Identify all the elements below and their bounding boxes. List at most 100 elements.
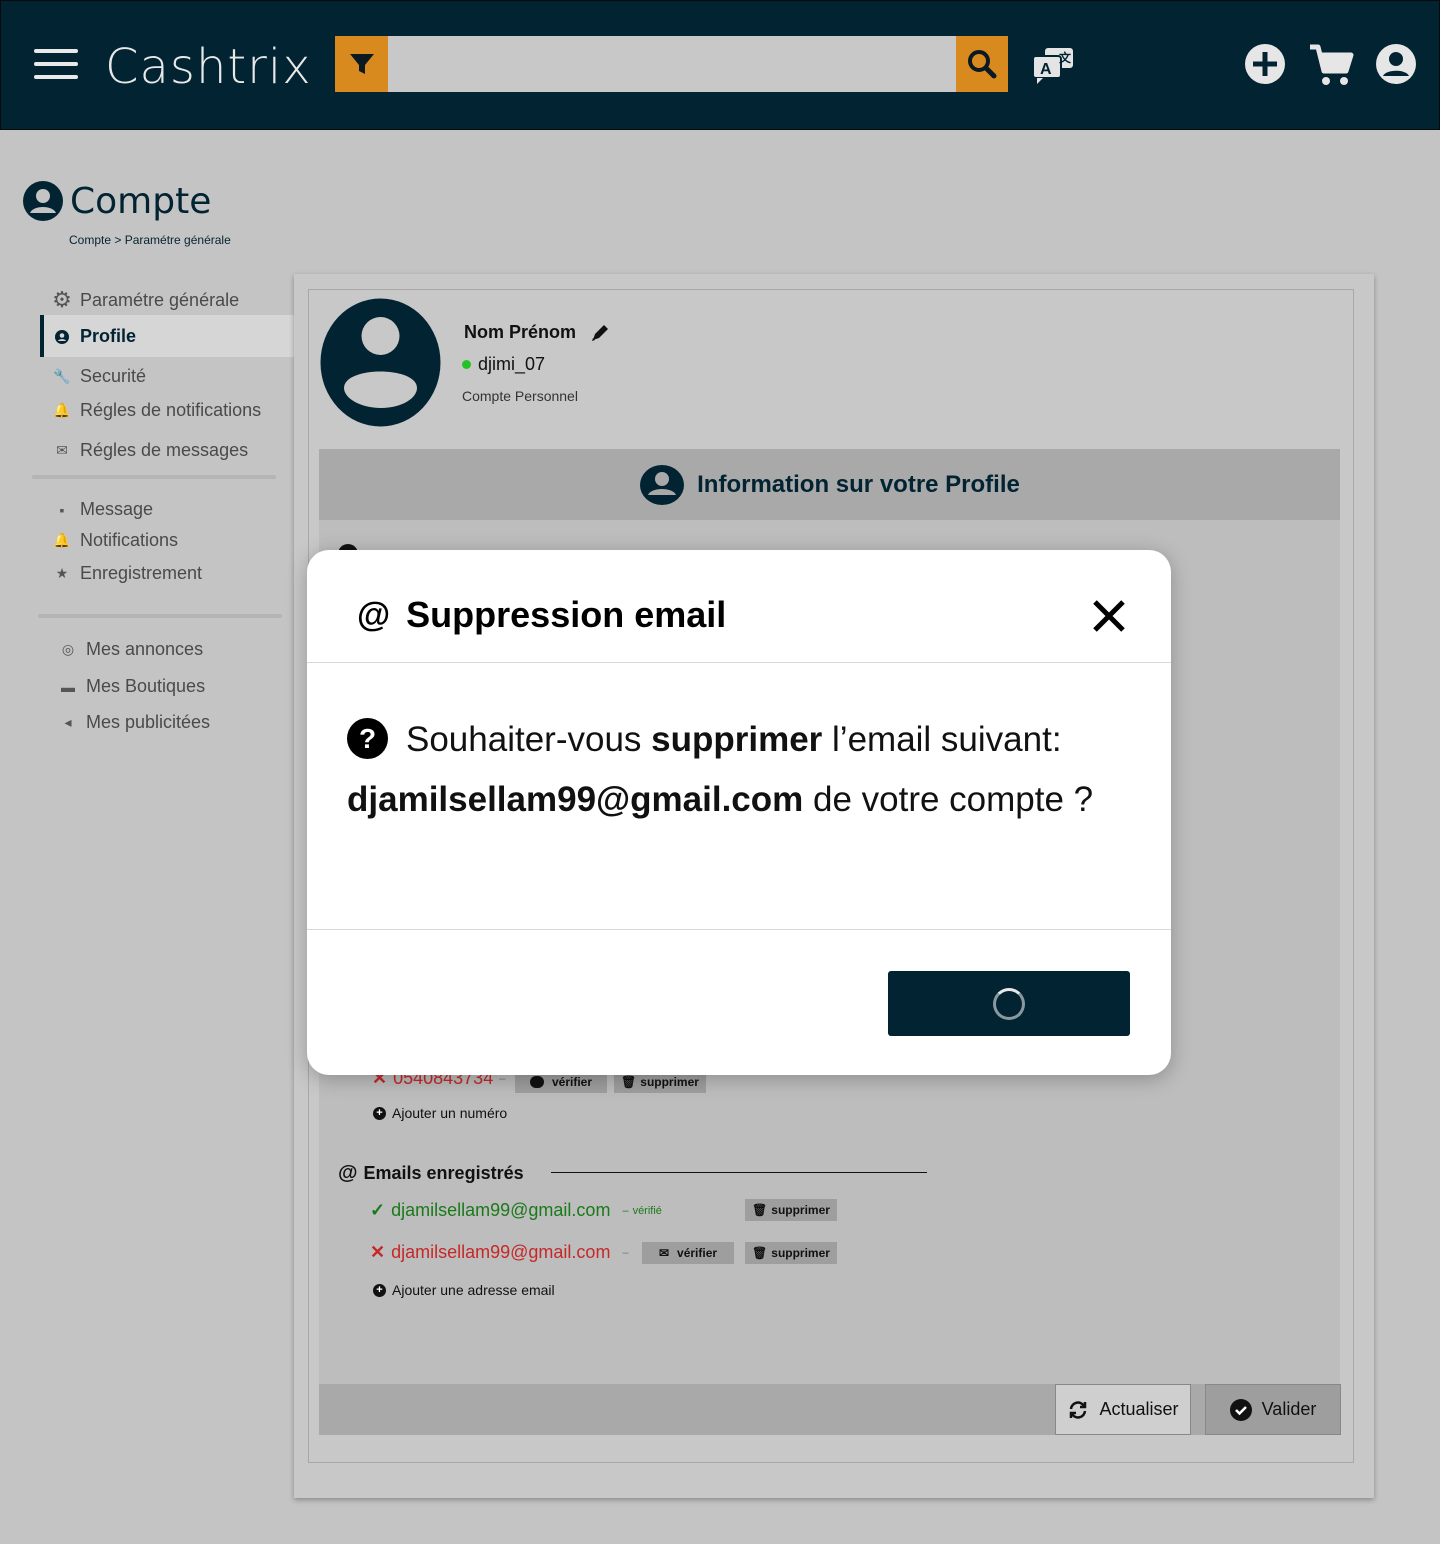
sidebar-item-ads[interactable]: ◎ Mes annonces [58,639,203,660]
page-title-text: Compte [70,180,212,222]
filter-icon [349,54,374,74]
search-button[interactable] [956,36,1008,92]
page-title: Compte [22,180,211,222]
emails-section-title: @ Emails enregistrés [338,1162,524,1185]
avatar[interactable] [320,298,441,427]
validate-label: Valider [1261,1399,1317,1419]
user-icon [52,329,72,344]
delete-email-button[interactable]: 🗑 supprimer [745,1199,837,1221]
filter-button[interactable] [335,36,388,92]
dialog-email: djamilsellam99@gmail.com [347,780,804,819]
check-icon: ✓ [370,1200,386,1220]
message-icon: ▪ [59,501,65,518]
dialog-text-before: Souhaiter-vous [406,720,652,759]
add-phone-link[interactable]: + Ajouter un numéro [373,1105,507,1121]
svg-text:A: A [1040,61,1052,78]
dialog-header: @ Suppression email [307,550,1171,663]
refresh-label: Actualiser [1099,1399,1179,1419]
error-x-icon: ✕ [370,1242,386,1262]
add-phone-label: Ajouter un numéro [392,1105,508,1121]
profile-username: djimi_07 [462,354,545,375]
megaphone-icon: ◂ [64,714,72,730]
delete-phone-label: supprimer [640,1075,699,1089]
trash-icon: 🗑 [752,1203,768,1217]
delete-email-button[interactable]: 🗑 supprimer [745,1242,837,1264]
store-icon: ▬ [61,678,75,695]
sidebar-item-stores[interactable]: ▬ Mes Boutiques [58,676,205,697]
dialog-title-text: Suppression email [406,594,727,635]
sidebar-item-label: Securité [80,366,147,386]
bell-rule-icon: 🔔 [53,402,71,418]
add-icon[interactable] [1244,43,1286,90]
user-circle-icon [23,181,63,221]
sidebar-item-saved[interactable]: ★ Enregistrement [52,563,202,584]
dialog-title: @ Suppression email [357,594,726,636]
sidebar-item-message-rules[interactable]: ✉ Régles de messages [52,440,248,461]
validate-button[interactable]: Valider [1205,1384,1341,1435]
section-divider [551,1172,927,1173]
sidebar-item-security[interactable]: 🔧 Securité [52,366,146,387]
star-icon: ★ [55,565,69,581]
sidebar-section-general[interactable]: ⚙ Paramétre générale [52,287,239,313]
gear-icon: ⚙ [52,287,72,312]
sidebar-item-label: Mes publicitées [86,712,211,732]
close-icon[interactable] [1089,596,1129,636]
sidebar-item-label: Notifications [80,530,179,550]
dialog-footer-divider [307,929,1171,930]
message-rule-icon: ✉ [56,442,68,458]
profile-name-text: Nom Prénom [464,322,577,342]
account-icon[interactable] [1375,43,1417,90]
sidebar-item-notifications[interactable]: 🔔 Notifications [52,530,178,551]
trash-icon: 🗑 [621,1075,637,1089]
sidebar-item-message[interactable]: ▪ Message [52,499,154,520]
brand-logo[interactable]: Cashtrix [105,39,312,95]
loading-spinner-icon [993,987,1025,1020]
sidebar-item-label: Message [80,499,154,519]
delete-email-dialog: @ Suppression email ? Souhaiter-vous supp… [307,550,1171,1075]
online-status-dot [462,360,471,369]
profile-username-text: djimi_07 [478,354,546,374]
dialog-text-end: de votre compte ? [803,780,1094,819]
at-icon: @ [357,595,391,634]
sidebar-item-label: Mes Boutiques [86,676,206,696]
mail-icon: ✉ [658,1246,670,1260]
verify-email-button[interactable]: ✉ vérifier [642,1242,734,1264]
sidebar-divider [38,614,282,618]
account-type: Compte Personnel [462,388,578,404]
email-separator: – [622,1246,629,1259]
sidebar-section-label: Paramétre générale [80,289,240,310]
translate-icon[interactable]: A文 [1031,46,1075,89]
edit-icon[interactable] [590,323,610,343]
sidebar-item-promotions[interactable]: ◂ Mes publicitées [58,712,210,733]
sidebar-item-profile[interactable]: Profile [52,326,136,347]
announce-icon: ◎ [61,641,75,657]
breadcrumb[interactable]: Compte > Paramétre générale [69,233,231,247]
add-circle-icon: + [373,1106,386,1120]
top-navbar: Cashtrix A文 [0,0,1440,130]
add-email-link[interactable]: + Ajouter une adresse email [373,1282,555,1298]
sidebar-item-label: Profile [80,326,137,346]
email-status: vérifié [632,1204,662,1217]
email-row-verified: ✓ djamilsellam99@gmail.com – vérifié [370,1200,662,1221]
search-icon [968,50,997,79]
question-icon: ? [347,718,388,760]
dialog-text-bold: supprimer [651,720,823,759]
email-row-unverified: ✕ djamilsellam99@gmail.com – [370,1242,629,1263]
emails-title-text: Emails enregistrés [363,1163,524,1183]
sidebar-item-notification-rules[interactable]: 🔔 Régles de notifications [52,400,261,421]
search-input[interactable] [388,36,956,92]
delete-email-label: supprimer [771,1246,830,1260]
sms-icon [529,1076,544,1088]
confirm-delete-button[interactable] [888,971,1130,1036]
trash-icon: 🗑 [752,1246,768,1260]
cart-icon[interactable] [1308,43,1354,92]
bell-icon: 🔔 [53,532,71,548]
profile-info-header: Information sur votre Profile [319,449,1340,520]
email-address: djamilsellam99@gmail.com [391,1200,611,1220]
menu-icon[interactable] [34,49,78,79]
email-address: djamilsellam99@gmail.com [391,1242,611,1262]
refresh-button[interactable]: Actualiser [1055,1384,1191,1435]
user-circle-icon [640,464,685,505]
sidebar-item-label: Régles de notifications [80,400,262,420]
email-separator: – [622,1204,629,1217]
